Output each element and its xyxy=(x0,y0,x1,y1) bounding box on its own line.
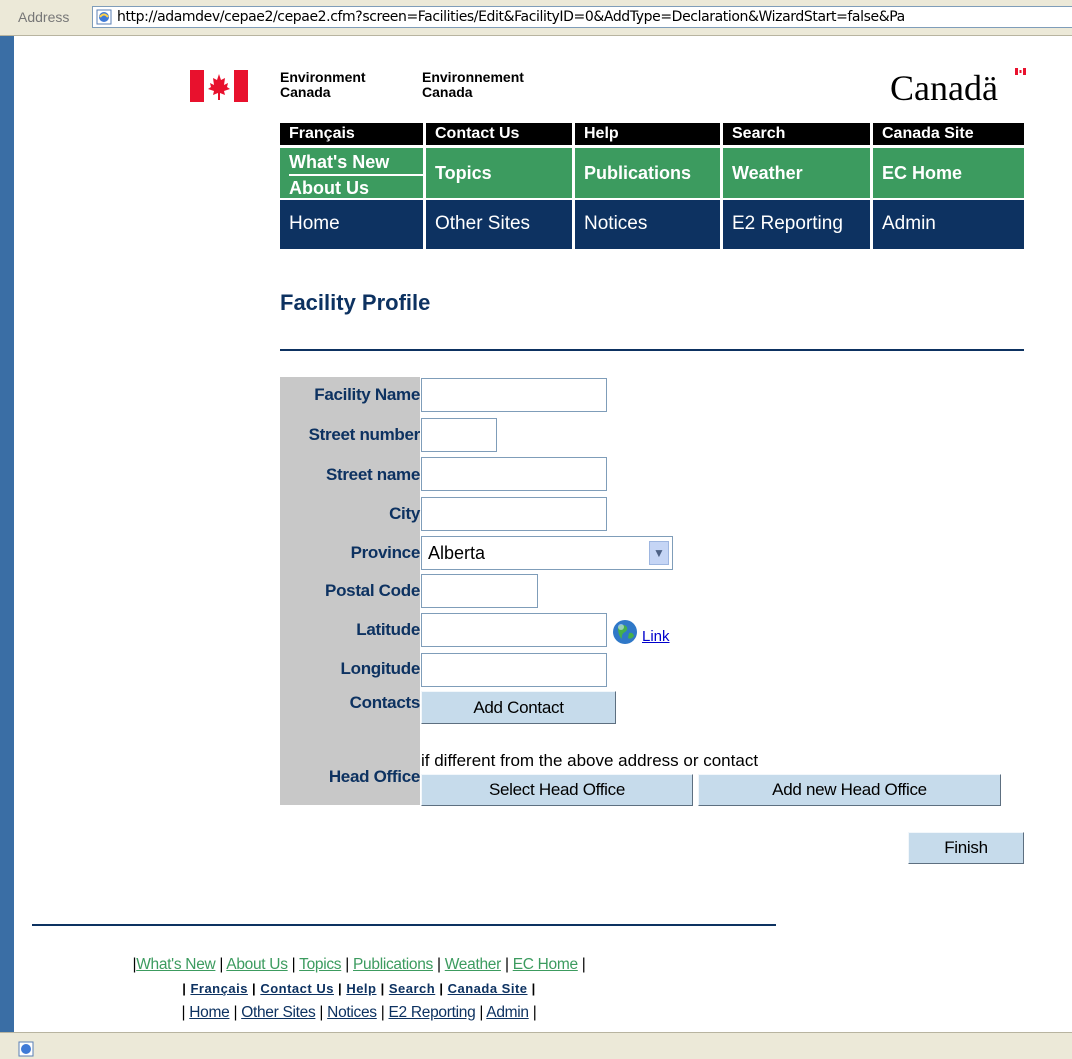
form-label-column: Facility Name Street number Street name … xyxy=(280,377,420,805)
nav-help[interactable]: Help xyxy=(575,123,723,145)
footer-e2-reporting[interactable]: E2 Reporting xyxy=(389,1004,476,1021)
label-city: City xyxy=(389,504,420,523)
nav-ec-home[interactable]: EC Home xyxy=(873,148,1024,198)
footer-weather[interactable]: Weather xyxy=(445,956,502,973)
footer-links-black: | Français | Contact Us | Help | Search … xyxy=(182,981,536,996)
province-selected-value: Alberta xyxy=(428,543,486,563)
footer-links-green: |What's New | About Us | Topics | Public… xyxy=(132,956,586,973)
nav-weather[interactable]: Weather xyxy=(723,148,873,198)
nav-admin[interactable]: Admin xyxy=(873,200,1024,249)
nav-francais[interactable]: Français xyxy=(280,123,426,145)
nav-whats-new-about-us: What's New About Us xyxy=(280,148,426,198)
footer-francais[interactable]: Français xyxy=(190,981,247,996)
title-divider xyxy=(280,349,1024,351)
footer-divider xyxy=(32,924,776,926)
footer-topics[interactable]: Topics xyxy=(299,956,341,973)
label-latitude: Latitude xyxy=(356,620,420,639)
status-bar xyxy=(0,1032,1072,1059)
nav-contact-us[interactable]: Contact Us xyxy=(426,123,575,145)
footer-admin[interactable]: Admin xyxy=(486,1004,529,1021)
page-title: Facility Profile xyxy=(280,290,431,315)
add-contact-button[interactable]: Add Contact xyxy=(421,691,616,724)
footer-other-sites[interactable]: Other Sites xyxy=(241,1004,316,1021)
nav-canada-site[interactable]: Canada Site xyxy=(873,123,1024,145)
page-status-icon xyxy=(18,1041,34,1057)
footer-whats-new[interactable]: What's New xyxy=(136,956,216,973)
add-new-head-office-button[interactable]: Add new Head Office xyxy=(698,774,1001,806)
label-contacts: Contacts xyxy=(349,693,421,712)
label-facility-name: Facility Name xyxy=(314,385,420,404)
web-page: Environment Canada Environnement Canada … xyxy=(14,36,1072,1032)
canada-wordmark: Canadä xyxy=(890,68,1026,108)
footer-about-us[interactable]: About Us xyxy=(226,956,288,973)
label-head-office: Head Office xyxy=(328,767,420,786)
label-street-name: Street name xyxy=(325,465,420,484)
url-field[interactable]: http://adamdev/cepae2/cepae2.cfm?screen=… xyxy=(92,6,1072,28)
footer-help[interactable]: Help xyxy=(346,981,376,996)
globe-icon[interactable] xyxy=(612,619,638,645)
footer-search[interactable]: Search xyxy=(389,981,435,996)
finish-button[interactable]: Finish xyxy=(908,832,1024,864)
label-postal-code: Postal Code xyxy=(325,581,420,600)
latitude-input[interactable] xyxy=(421,613,607,647)
footer-notices[interactable]: Notices xyxy=(327,1004,377,1021)
url-text: http://adamdev/cepae2/cepae2.cfm?screen=… xyxy=(117,9,905,25)
province-select[interactable]: Alberta ▼ xyxy=(421,536,673,570)
address-label: Address xyxy=(18,9,70,25)
nav-search[interactable]: Search xyxy=(723,123,873,145)
nav-bar-green: What's New About Us Topics Publications … xyxy=(280,148,1024,198)
city-input[interactable] xyxy=(421,497,607,531)
street-name-input[interactable] xyxy=(421,457,607,491)
map-link[interactable]: Link xyxy=(642,628,670,645)
footer-home[interactable]: Home xyxy=(189,1004,229,1021)
nav-bar-top: Français Contact Us Help Search Canada S… xyxy=(280,123,1024,145)
nav-home[interactable]: Home xyxy=(280,200,426,249)
nav-topics[interactable]: Topics xyxy=(426,148,575,198)
footer-links-blue: | Home | Other Sites | Notices | E2 Repo… xyxy=(181,1004,537,1021)
street-number-input[interactable] xyxy=(421,418,497,452)
label-province: Province xyxy=(350,543,421,562)
head-office-note: if different from the above address or c… xyxy=(421,751,759,770)
dept-name-en: Environment Canada xyxy=(280,69,366,100)
nav-e2-reporting[interactable]: E2 Reporting xyxy=(723,200,873,249)
nav-other-sites[interactable]: Other Sites xyxy=(426,200,575,249)
label-street-number: Street number xyxy=(308,425,421,444)
label-longitude: Longitude xyxy=(340,659,421,678)
canada-flag-icon xyxy=(190,70,248,102)
footer-canada-site[interactable]: Canada Site xyxy=(448,981,528,996)
nav-notices[interactable]: Notices xyxy=(575,200,723,249)
dept-name-fr: Environnement Canada xyxy=(422,69,524,100)
footer-ec-home[interactable]: EC Home xyxy=(513,956,578,973)
address-bar: Address http://adamdev/cepae2/cepae2.cfm… xyxy=(0,0,1072,36)
footer-publications[interactable]: Publications xyxy=(353,956,433,973)
nav-whats-new[interactable]: What's New xyxy=(289,150,423,176)
nav-publications[interactable]: Publications xyxy=(575,148,723,198)
facility-name-input[interactable] xyxy=(421,378,607,412)
footer-contact-us[interactable]: Contact Us xyxy=(260,981,334,996)
chevron-down-icon[interactable]: ▼ xyxy=(649,541,669,565)
svg-text:Canadä: Canadä xyxy=(890,68,998,108)
longitude-input[interactable] xyxy=(421,653,607,687)
select-head-office-button[interactable]: Select Head Office xyxy=(421,774,693,806)
postal-code-input[interactable] xyxy=(421,574,538,608)
nav-about-us[interactable]: About Us xyxy=(289,176,423,200)
nav-bar-blue: Home Other Sites Notices E2 Reporting Ad… xyxy=(280,200,1024,249)
ie-page-icon xyxy=(96,9,112,25)
